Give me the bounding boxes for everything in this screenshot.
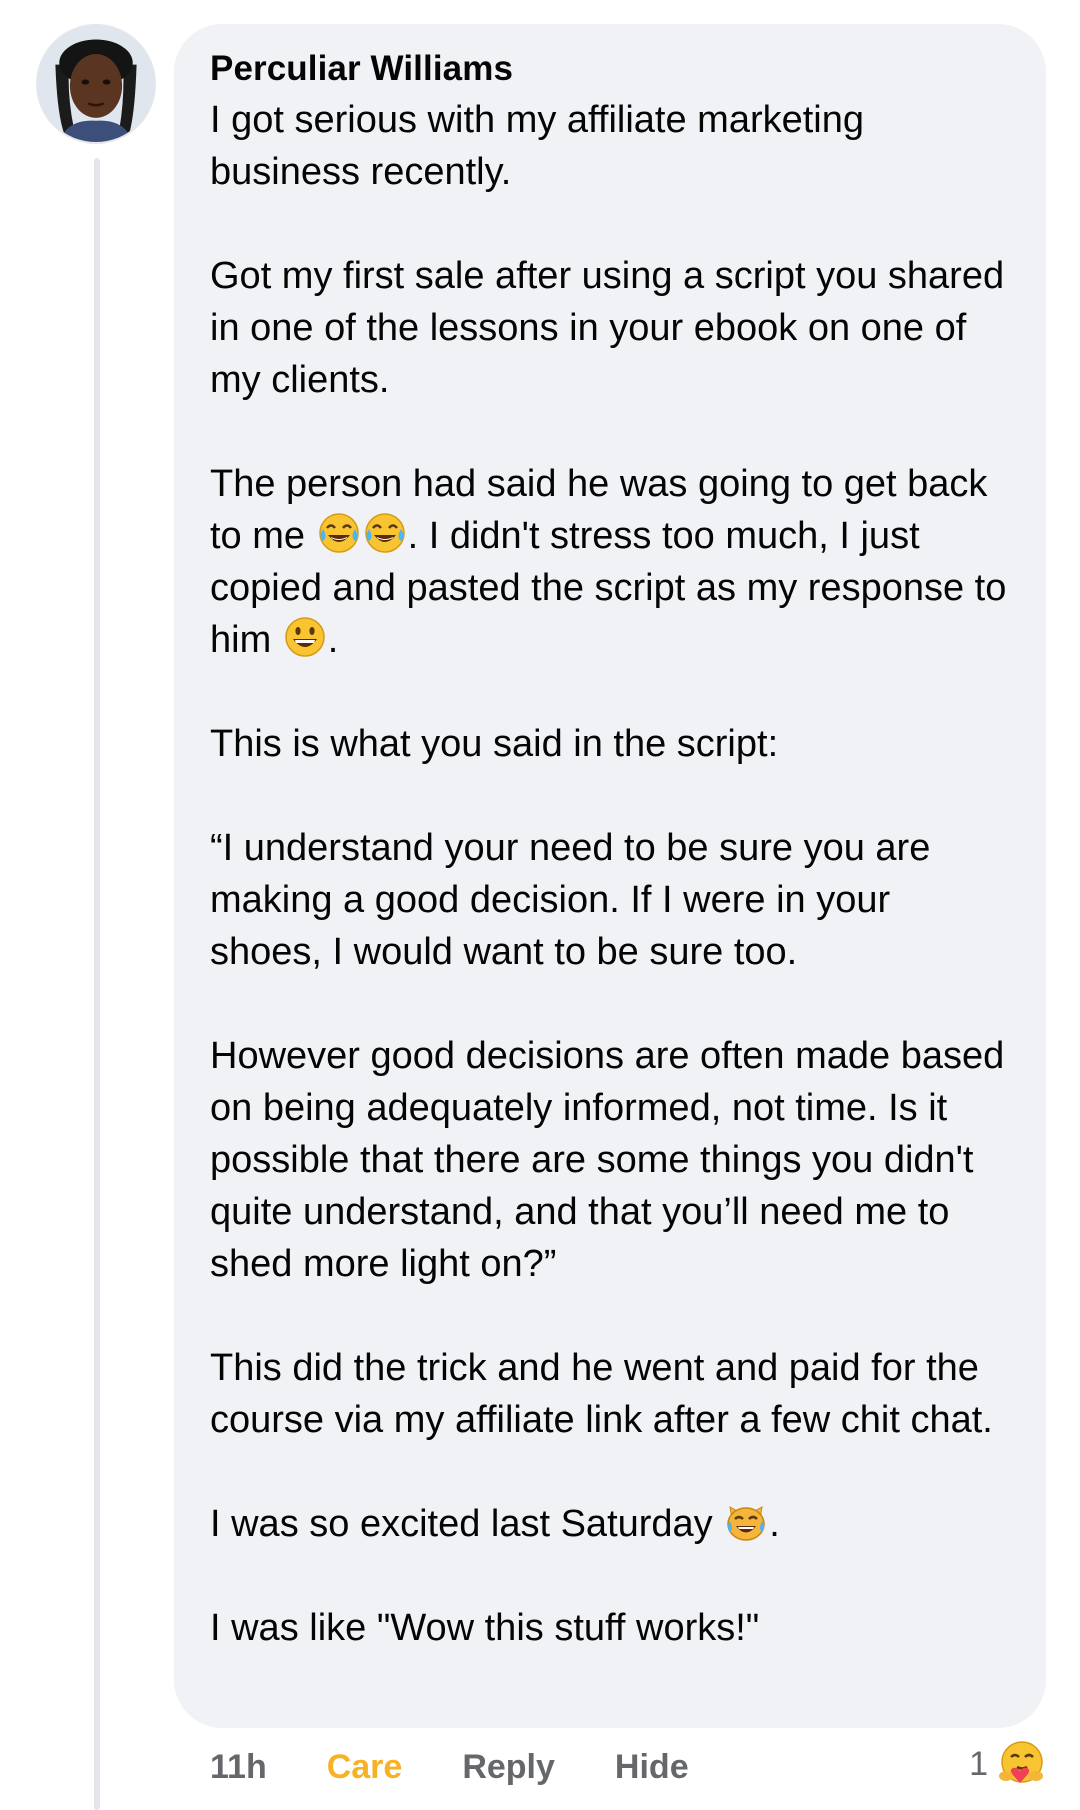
comment-paragraph: This did the trick and he went and paid …: [210, 1347, 993, 1441]
comment-paragraph: The person had said he was going to get …: [210, 458, 1010, 666]
hide-button[interactable]: Hide: [615, 1748, 689, 1787]
comment-bubble: Perculiar Williams I got serious with my…: [174, 24, 1046, 1728]
comment-author[interactable]: Perculiar Williams: [210, 46, 1010, 92]
comment-paragraph: I was so excited last Saturday .: [210, 1498, 1010, 1550]
comment-text: .: [769, 1503, 780, 1545]
comment-paragraph: Got my first sale after using a script y…: [210, 255, 1005, 401]
thread-line: [94, 158, 100, 1810]
reply-button[interactable]: Reply: [462, 1748, 555, 1787]
comment-paragraph: However good decisions are often made ba…: [210, 1035, 1005, 1285]
comment-text: I was so excited last Saturday: [210, 1503, 724, 1545]
comment-paragraph: I got serious with my affiliate marketin…: [210, 99, 865, 193]
comment-paragraph: “I understand your need to be sure you a…: [210, 827, 931, 973]
comment-text: .: [327, 619, 339, 661]
cat-tears-of-joy-emoji-icon: [727, 1506, 765, 1541]
reaction-summary[interactable]: 1: [969, 1738, 1048, 1790]
tears-of-joy-emoji-icon: [318, 513, 359, 553]
comment-paragraph: This is what you said in the script:: [210, 723, 779, 765]
grinning-face-emoji-icon: [285, 617, 325, 657]
comment-timestamp[interactable]: 11h: [210, 1748, 267, 1787]
care-reaction-icon: [999, 1741, 1043, 1783]
comment-actions: 11h Care Reply Hide: [210, 1742, 689, 1792]
comment-paragraph: I was like "Wow this stuff works!": [210, 1607, 760, 1649]
reaction-count: 1: [969, 1744, 988, 1783]
tears-of-joy-emoji-icon: [364, 513, 405, 553]
avatar[interactable]: [36, 24, 156, 144]
profile-photo: [38, 26, 154, 142]
care-button[interactable]: Care: [327, 1748, 403, 1787]
